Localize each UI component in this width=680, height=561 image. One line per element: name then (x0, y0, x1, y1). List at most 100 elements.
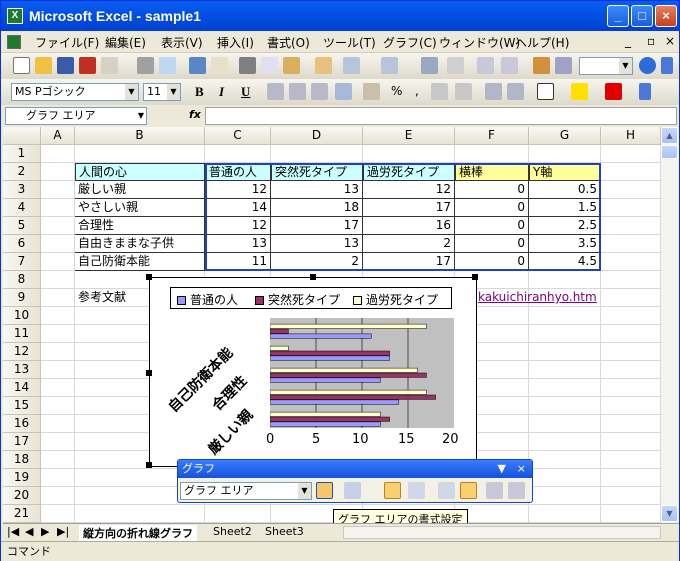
doc-close-button[interactable]: × (665, 34, 675, 48)
menu-edit[interactable]: 編集(E) (105, 34, 146, 51)
legend-toggle-icon[interactable] (384, 482, 401, 499)
col-header-E[interactable]: E (363, 127, 455, 145)
table-header-cell[interactable]: 横棒 (455, 163, 529, 181)
bar-2-1[interactable] (269, 372, 427, 378)
name-box[interactable]: グラフ エリア ▼ (5, 107, 147, 125)
bar-1-1[interactable] (269, 394, 436, 400)
cell[interactable] (529, 397, 601, 415)
row-header-15[interactable]: 15 (3, 397, 41, 415)
table-cell[interactable]: 13 (205, 235, 271, 253)
chart-type-icon[interactable] (344, 482, 361, 499)
col-header-A[interactable]: A (41, 127, 75, 145)
cell[interactable] (41, 181, 75, 199)
cell[interactable] (601, 271, 661, 289)
tab-next-icon[interactable]: ▶ (41, 525, 49, 538)
cell[interactable] (41, 487, 75, 505)
table-header-cell[interactable]: Y軸 (529, 163, 601, 181)
row-header-3[interactable]: 3 (3, 181, 41, 199)
cell[interactable] (601, 199, 661, 217)
cell[interactable] (601, 505, 661, 523)
minimize-button[interactable]: _ (607, 5, 629, 27)
email-icon[interactable] (101, 57, 118, 74)
table-cell[interactable]: 12 (205, 181, 271, 199)
plot-area[interactable] (269, 318, 454, 428)
cell[interactable] (529, 343, 601, 361)
chart-handle-bl[interactable] (146, 462, 152, 468)
table-cell[interactable]: 自由きままな子供 (75, 235, 205, 253)
cell[interactable] (75, 505, 205, 523)
cell[interactable] (529, 469, 601, 487)
spelling-icon[interactable] (189, 57, 206, 74)
cell[interactable] (41, 505, 75, 523)
angle-up-text-icon[interactable] (508, 482, 525, 499)
bar-4-0[interactable] (269, 333, 372, 339)
menu-tools[interactable]: ツール(T) (323, 34, 376, 51)
cell[interactable] (41, 343, 75, 361)
table-cell[interactable]: 0.5 (529, 181, 601, 199)
cell[interactable] (41, 163, 75, 181)
cell[interactable] (601, 325, 661, 343)
col-header-D[interactable]: D (271, 127, 363, 145)
cell[interactable] (205, 505, 271, 523)
cell[interactable] (601, 163, 661, 181)
redo-icon[interactable] (381, 57, 398, 74)
cell[interactable] (601, 253, 661, 271)
cell[interactable] (41, 289, 75, 307)
bold-button[interactable]: B (195, 84, 204, 100)
bar-2-0[interactable] (269, 377, 381, 383)
cell[interactable] (601, 145, 661, 163)
name-box-dropdown-icon[interactable]: ▼ (138, 108, 144, 124)
undo-icon[interactable] (343, 57, 360, 74)
table-cell[interactable]: 0 (455, 199, 529, 217)
tab-prev-icon[interactable]: ◀ (25, 525, 33, 538)
decrease-indent-icon[interactable] (485, 83, 502, 100)
cell[interactable] (41, 379, 75, 397)
row-header-9[interactable]: 9 (3, 289, 41, 307)
row-header-12[interactable]: 12 (3, 343, 41, 361)
table-cell[interactable]: 14 (205, 199, 271, 217)
row-header-14[interactable]: 14 (3, 379, 41, 397)
by-column-icon[interactable] (460, 482, 477, 499)
chart-handle-l[interactable] (146, 370, 152, 376)
save-icon[interactable] (57, 57, 74, 74)
decrease-decimal-icon[interactable] (455, 83, 472, 100)
table-cell[interactable]: 自己防衛本能 (75, 253, 205, 271)
table-cell[interactable]: 13 (271, 235, 363, 253)
size-dropdown-icon[interactable]: ▼ (167, 84, 180, 100)
doc-minimize-button[interactable]: _ (625, 34, 631, 48)
chart-toolbar[interactable]: グラフ ▼ × グラフ エリア ▼ (177, 459, 533, 503)
table-cell[interactable]: 2 (363, 235, 455, 253)
document-icon[interactable] (7, 35, 21, 49)
data-table-icon[interactable] (408, 482, 425, 499)
table-header-cell[interactable]: 突然死タイプ (271, 163, 363, 181)
cell[interactable] (601, 343, 661, 361)
table-cell[interactable]: 1.5 (529, 199, 601, 217)
cell[interactable] (529, 271, 601, 289)
row-header-17[interactable]: 17 (3, 433, 41, 451)
cell[interactable] (529, 361, 601, 379)
bar-3-1[interactable] (269, 350, 390, 356)
col-header-G[interactable]: G (529, 127, 601, 145)
select-all-corner[interactable] (3, 127, 41, 145)
sheet-tab-0[interactable]: 縦方向の折れ線グラフ (79, 525, 197, 541)
row-header-11[interactable]: 11 (3, 325, 41, 343)
table-cell[interactable]: 12 (205, 217, 271, 235)
cell[interactable] (41, 397, 75, 415)
table-cell[interactable]: 2.5 (529, 217, 601, 235)
table-header-cell[interactable]: 過労死タイプ (363, 163, 455, 181)
angle-down-text-icon[interactable] (486, 482, 503, 499)
zoom-dropdown-icon[interactable]: ▼ (619, 58, 632, 74)
row-header-13[interactable]: 13 (3, 361, 41, 379)
cell[interactable] (601, 451, 661, 469)
toolbar-menu-icon[interactable]: ▼ (498, 460, 506, 477)
bar-0-2[interactable] (269, 411, 381, 417)
align-left-icon[interactable] (267, 83, 284, 100)
table-cell[interactable]: 2 (271, 253, 363, 271)
bar-1-0[interactable] (269, 399, 400, 405)
table-cell[interactable]: 17 (363, 199, 455, 217)
row-header-8[interactable]: 8 (3, 271, 41, 289)
col-header-C[interactable]: C (205, 127, 271, 145)
reference-link[interactable]: kakuichiranhyo.htm (475, 289, 635, 307)
autosum-icon[interactable] (447, 57, 464, 74)
scroll-down-icon[interactable]: ▼ (661, 505, 678, 522)
